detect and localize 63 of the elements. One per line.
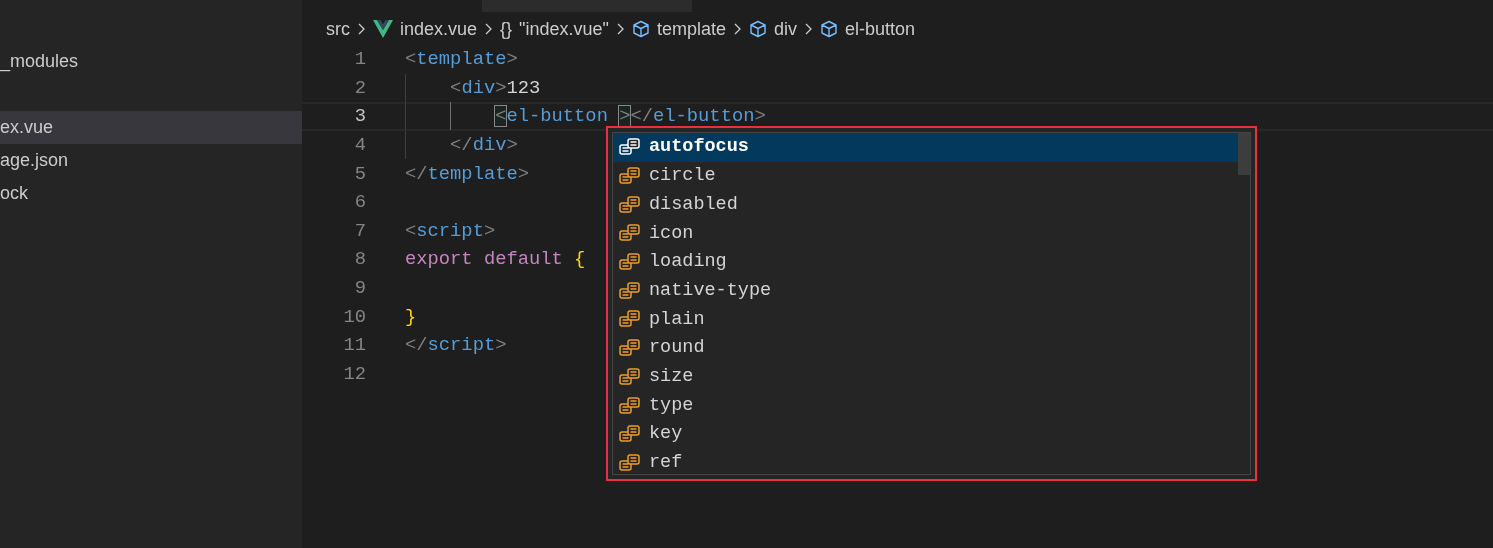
breadcrumb-item[interactable]: template — [656, 15, 726, 43]
field-icon — [619, 425, 641, 444]
chevron-icon — [733, 22, 742, 36]
field-icon — [619, 396, 641, 415]
code-line: </template> — [405, 163, 529, 184]
line-number: 1 — [353, 49, 366, 70]
suggestion-item[interactable]: ref — [613, 448, 1238, 478]
line-number: 12 — [342, 363, 366, 384]
line-number: 10 — [342, 306, 366, 327]
cube-icon — [749, 20, 767, 38]
chevron-icon — [615, 22, 625, 36]
vue-logo-icon — [373, 20, 393, 38]
code-line: <script> — [405, 220, 496, 241]
line-number: 9 — [353, 278, 366, 299]
line-number: 8 — [353, 249, 366, 270]
code-line: } — [405, 306, 417, 327]
suggestion-item[interactable]: round — [613, 333, 1238, 363]
field-icon — [619, 310, 641, 329]
chevron-icon — [484, 22, 494, 36]
code-line: </script> — [405, 335, 507, 356]
code-line: <template> — [405, 49, 518, 70]
breadcrumb-item[interactable]: "index.vue" — [519, 15, 609, 43]
code-line: export default { — [405, 249, 586, 270]
line-number: 5 — [353, 163, 366, 184]
chevron-icon — [357, 22, 366, 36]
field-icon — [619, 453, 641, 472]
chevron-icon — [804, 22, 813, 36]
suggestion-item[interactable]: type — [613, 391, 1238, 420]
field-icon — [619, 224, 641, 243]
suggestion-item[interactable]: loading — [613, 247, 1238, 277]
line-number: 2 — [353, 77, 366, 98]
field-icon — [619, 138, 641, 157]
suggestion-item[interactable]: circle — [613, 161, 1238, 191]
cube-icon — [631, 20, 650, 38]
field-icon — [619, 281, 641, 300]
field-icon — [619, 195, 641, 214]
suggestion-item[interactable]: disabled — [613, 190, 1238, 220]
suggestion-item[interactable]: autofocus — [613, 133, 1238, 162]
suggestion-item[interactable]: native-type — [613, 276, 1238, 306]
file-item[interactable]: _modules — [0, 45, 302, 78]
breadcrumb-item[interactable]: div — [774, 15, 797, 43]
line-number: 7 — [353, 220, 366, 241]
field-icon — [619, 253, 641, 272]
file-item[interactable]: age.json — [0, 144, 302, 177]
line-number: 11 — [342, 335, 366, 356]
file-item[interactable]: ex.vue — [0, 111, 302, 144]
breadcrumb-item[interactable]: src — [326, 15, 350, 43]
file-item[interactable]: ock — [0, 177, 302, 210]
suggestion-item[interactable]: icon — [613, 219, 1238, 248]
field-icon — [619, 167, 641, 186]
breadcrumb-item[interactable]: index.vue — [400, 15, 478, 43]
scrollbar-thumb[interactable] — [1238, 133, 1250, 175]
braces-icon: {} — [500, 15, 513, 43]
line-number: 3 — [353, 106, 366, 127]
suggestion-item[interactable]: size — [613, 362, 1238, 392]
suggestion-item[interactable]: plain — [613, 305, 1238, 334]
suggestion-item[interactable]: key — [613, 419, 1238, 449]
line-number: 6 — [353, 192, 366, 213]
line-number: 4 — [353, 135, 366, 156]
cube-icon — [820, 20, 838, 38]
field-icon — [619, 367, 641, 386]
breadcrumb-item[interactable]: el-button — [845, 15, 916, 43]
field-icon — [619, 339, 641, 358]
